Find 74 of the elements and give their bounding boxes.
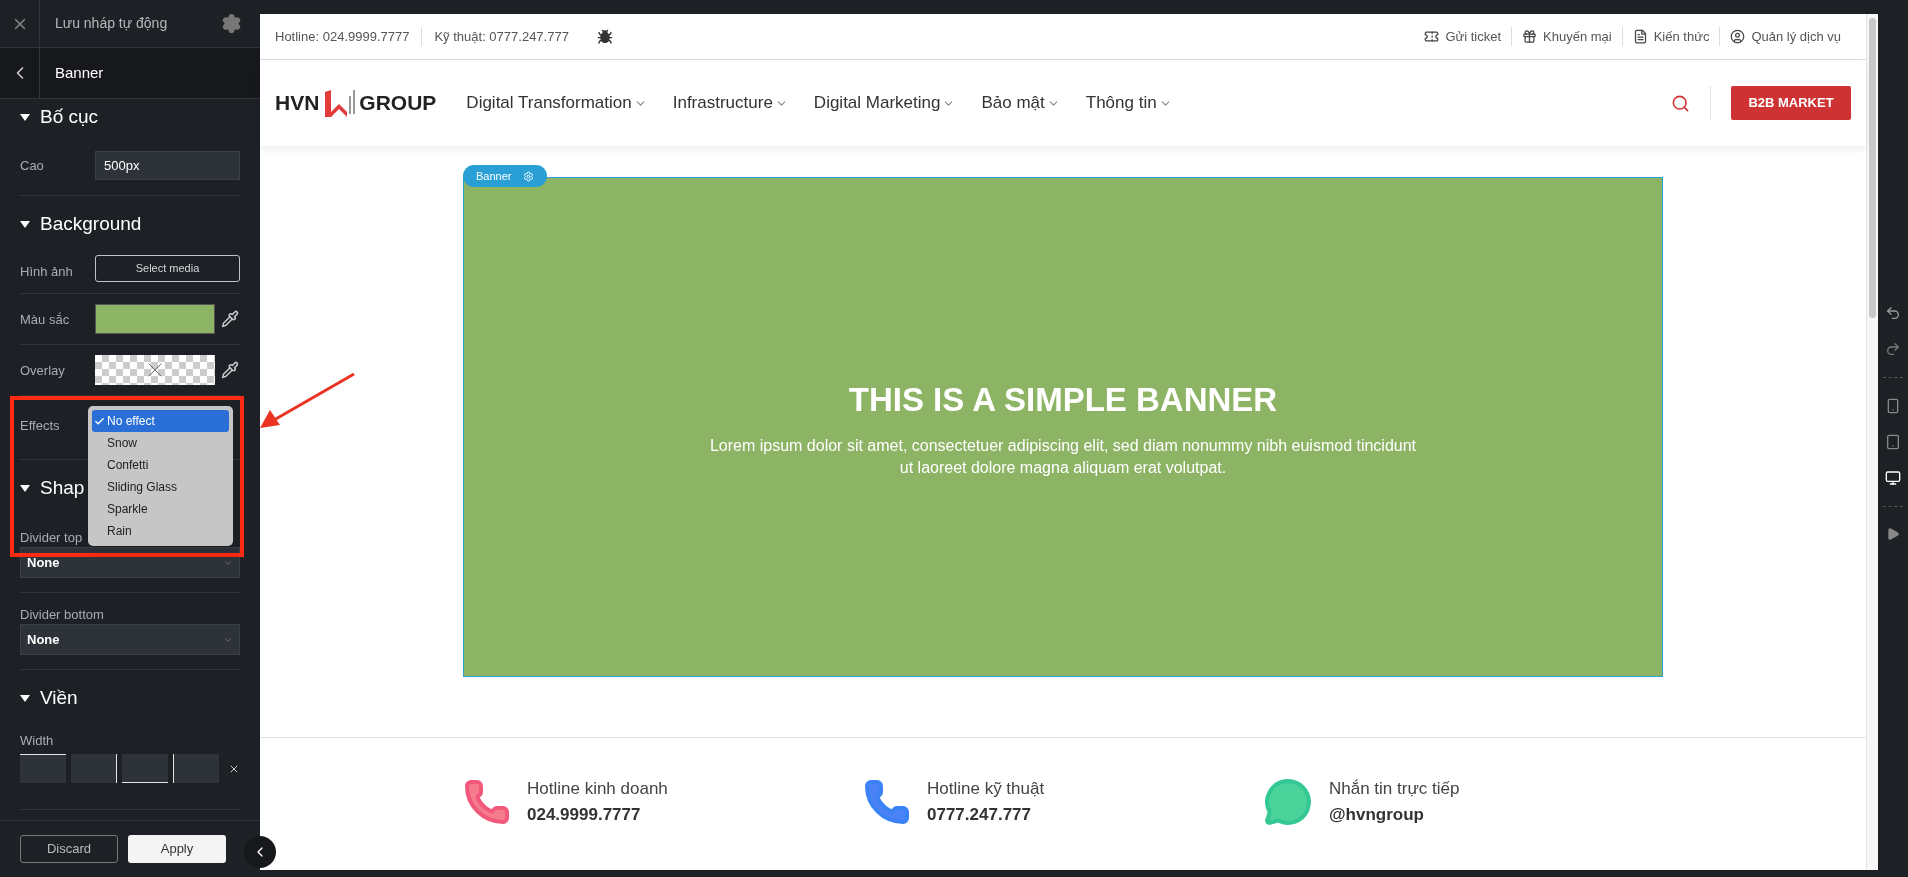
color-swatch[interactable] [95,304,215,334]
field-label: Width [20,733,54,748]
ticket-icon [1424,29,1440,44]
scrollbar[interactable] [1866,14,1878,870]
eyedropper-icon[interactable] [221,310,239,328]
transparent-swatch[interactable] [95,355,215,385]
triangle-icon [20,484,30,492]
contact-text: Kỹ thuật: 0777.247.777 [421,26,569,47]
width-field[interactable] [173,754,219,783]
nav-link[interactable]: Bảo mật [981,90,1060,116]
nav-link[interactable]: Digital Transformation [466,90,647,116]
select-media-button[interactable]: Select media [95,255,240,282]
logo-text: GROUP [359,90,437,117]
apply-button[interactable]: Apply [128,835,226,863]
top-link[interactable]: Khuyến mại [1511,26,1622,47]
triangle-icon [20,694,30,702]
top-link[interactable]: Quản lý dịch vụ [1719,26,1851,47]
redo-icon[interactable] [1885,341,1901,357]
dropdown-option[interactable]: Snow [92,432,229,454]
contact-value: 0777.247.777 [927,803,1032,826]
phone-icon [463,777,511,826]
triangle-icon [20,220,30,228]
tablet-icon[interactable] [1885,434,1901,450]
divider-select[interactable]: None [20,624,240,655]
bug-icon [596,28,613,45]
height-field[interactable]: 500px [95,150,240,180]
triangle-icon [20,113,30,121]
field-label: Màu sắc [20,312,70,327]
breadcrumb-title: Banner [54,62,104,83]
field-label: Overlay [20,363,65,378]
width-field[interactable] [71,754,117,783]
eyedropper-icon[interactable] [221,361,239,379]
search-icon[interactable] [1671,93,1690,113]
discard-button[interactable]: Discard [20,835,118,863]
desktop-icon[interactable] [1885,470,1901,486]
contact-label: Hotline kinh doanh [527,778,668,800]
dropdown-option[interactable]: No effect [92,410,229,432]
banner-text: Lorem ipsum dolor sit amet, consectetuer adipiscing elit, sed diam nonummy nibh euismod tincidunt ut laoreet dolore magna aliquam erat volutpat. [708,435,1418,478]
field-label: Effects [20,418,60,433]
nav-link[interactable]: Digital Marketing [813,90,956,116]
panel-title: Lưu nháp tự động [54,14,169,33]
contact-text: Hotline: 024.9999.7777 [275,27,410,46]
field-label: Hình ảnh [20,264,73,279]
banner-title: THIS IS A SIMPLE BANNER [848,380,1278,421]
nav-link[interactable]: Infrastructure [672,90,788,116]
dropdown-option[interactable]: Rain [92,520,229,542]
b2b-market-button[interactable]: B2B MARKET [1731,86,1851,120]
document-icon [1632,29,1648,44]
gift-icon [1522,29,1538,44]
contact-value: 024.9999.7777 [527,803,642,826]
contact-value: @hvngroup [1329,803,1425,826]
field-label: Divider top [20,530,83,545]
field-label: Divider bottom [20,607,104,622]
nav-link[interactable]: Thông tin [1085,90,1172,116]
check-icon [94,415,105,427]
effects-dropdown[interactable]: No effect Snow Confetti Sliding Glass Sparkle Rain [88,406,233,546]
phone-icon [863,777,911,826]
user-icon [1730,29,1746,44]
top-link[interactable]: Kiến thức [1621,26,1720,47]
play-icon[interactable] [1886,527,1900,541]
section-header[interactable]: Viền [0,670,98,726]
settings-icon[interactable] [221,13,242,34]
top-link[interactable]: Gửi ticket [1414,26,1512,47]
chat-icon [1263,776,1313,827]
contact-label: Nhắn tin trực tiếp [1329,778,1460,800]
width-field[interactable] [122,754,168,783]
contact-label: Hotline kỹ thuật [927,778,1045,800]
field-label: Cao [20,158,44,173]
section-header[interactable]: Background [0,196,162,252]
section-header[interactable]: Bố cục [0,99,119,135]
width-field[interactable] [20,754,66,783]
undo-icon[interactable] [1885,305,1901,321]
logo-text: HVN [275,90,320,117]
mobile-icon[interactable] [1885,398,1901,414]
